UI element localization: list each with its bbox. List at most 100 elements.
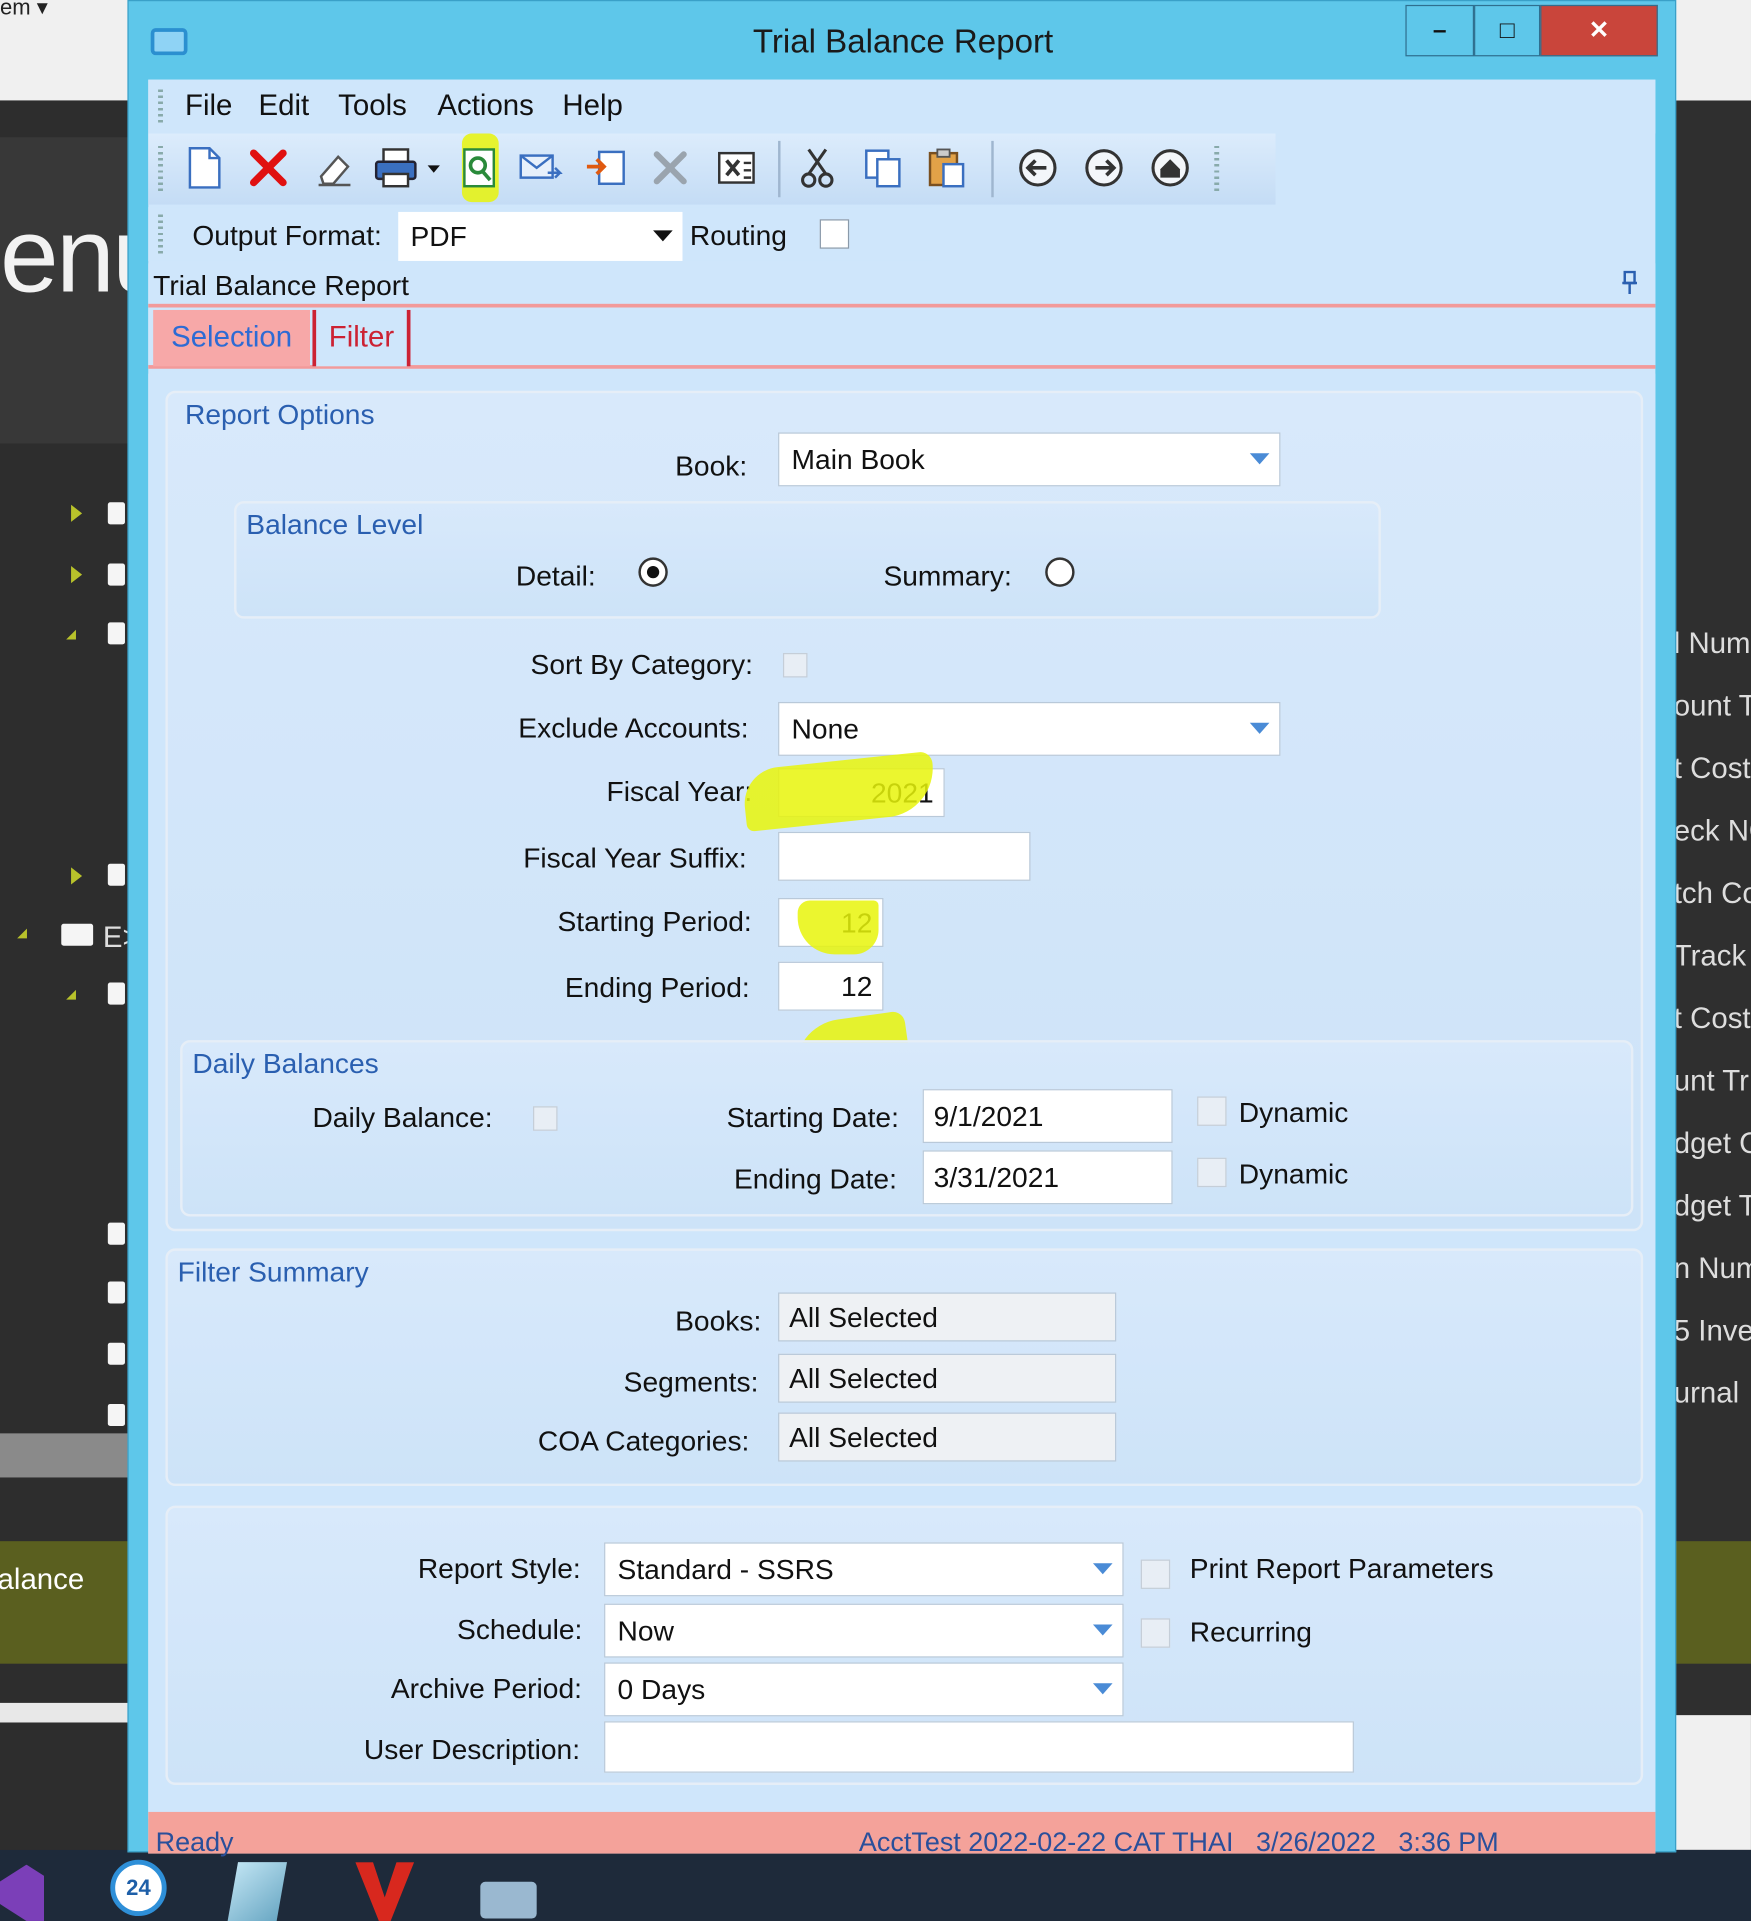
tree-folder-icon: [107, 1403, 125, 1427]
panel-header: Trial Balance Report: [148, 263, 1656, 308]
report-style-label: Report Style:: [417, 1552, 581, 1585]
menu-file[interactable]: File: [185, 89, 232, 123]
tree-expand-icon[interactable]: [71, 504, 83, 522]
menu-help[interactable]: Help: [562, 89, 622, 123]
tree-collapse-icon[interactable]: [66, 989, 76, 1000]
chevron-down-icon: [1249, 453, 1270, 465]
taskbar: 24: [0, 1849, 1751, 1921]
print-dropdown-arrow[interactable]: [427, 165, 440, 173]
books-value: All Selected: [789, 1300, 938, 1333]
background-list-item: ount T: [1673, 689, 1751, 723]
exclude-accounts-label: Exclude Accounts:: [518, 711, 749, 744]
book-label: Book:: [675, 449, 748, 482]
background-list-item: 5 Inver: [1673, 1314, 1751, 1348]
daily-balance-checkbox[interactable]: [533, 1106, 558, 1131]
menu-tools[interactable]: Tools: [338, 89, 407, 123]
delete-icon[interactable]: [244, 143, 293, 192]
network-app-icon[interactable]: [480, 1881, 537, 1919]
schedule-select[interactable]: Now: [604, 1603, 1124, 1658]
filter-summary-group: Filter Summary Books: All Selected Segme…: [165, 1248, 1644, 1487]
menu-actions[interactable]: Actions: [437, 89, 533, 123]
maximize-button[interactable]: □: [1474, 4, 1541, 57]
books-field: All Selected: [778, 1292, 1117, 1342]
output-format-label: Output Format:: [192, 219, 382, 252]
minimize-button[interactable]: –: [1405, 4, 1475, 57]
toolbar-grip-end[interactable]: [1214, 145, 1220, 195]
visual-studio-icon[interactable]: [0, 1864, 45, 1921]
coa-categories-label: COA Categories:: [537, 1424, 750, 1457]
paste-icon[interactable]: [923, 143, 972, 192]
pin-icon[interactable]: [1621, 270, 1638, 296]
window-client-area: File Edit Tools Actions Help Output Form…: [148, 79, 1656, 1857]
report-style-select[interactable]: Standard - SSRS: [604, 1542, 1124, 1597]
tab-selection[interactable]: Selection: [153, 309, 311, 367]
output-format-select[interactable]: PDF: [398, 211, 683, 261]
email-icon[interactable]: [516, 143, 565, 192]
toolbar-grip[interactable]: [158, 145, 163, 195]
back-icon[interactable]: [1013, 143, 1062, 192]
tree-folder-icon: [107, 1281, 125, 1304]
notepad-icon[interactable]: [227, 1862, 288, 1921]
fiscal-year-suffix-input[interactable]: [778, 831, 1031, 881]
print-parameters-label: Print Report Parameters: [1189, 1552, 1494, 1585]
tab-filter[interactable]: Filter: [312, 309, 411, 367]
archive-period-select[interactable]: 0 Days: [604, 1662, 1124, 1717]
exclude-accounts-value: None: [791, 712, 859, 745]
user-description-label: User Description:: [363, 1733, 581, 1766]
book-select[interactable]: Main Book: [778, 432, 1281, 487]
cut-icon[interactable]: [793, 143, 842, 192]
recurring-checkbox[interactable]: [1140, 1618, 1171, 1648]
tree-folder-icon: [107, 1222, 125, 1245]
preview-icon[interactable]: [455, 143, 504, 192]
ending-dynamic-checkbox[interactable]: [1197, 1157, 1227, 1188]
routing-label: Routing: [689, 219, 787, 252]
fiscal-year-suffix-label: Fiscal Year Suffix:: [523, 841, 747, 874]
excel-icon[interactable]: [712, 143, 761, 192]
background-list-item: n Num: [1673, 1252, 1751, 1286]
book-value: Main Book: [791, 442, 925, 475]
sort-by-category-checkbox[interactable]: [782, 652, 808, 678]
starting-date-input[interactable]: 9/1/2021: [922, 1089, 1173, 1144]
fiscal-year-label: Fiscal Year:: [606, 775, 753, 808]
routing-checkbox[interactable]: [819, 219, 850, 249]
trial-balance-window: Trial Balance Report – □ ✕ File Edit Too…: [127, 0, 1677, 1857]
home-icon[interactable]: [1146, 143, 1195, 192]
detail-radio[interactable]: [638, 557, 668, 587]
user-description-input[interactable]: [604, 1721, 1354, 1773]
segments-label: Segments:: [623, 1365, 759, 1398]
copy-icon[interactable]: [859, 143, 908, 192]
summary-radio[interactable]: [1045, 557, 1075, 587]
print-icon[interactable]: [371, 143, 420, 192]
recurring-label: Recurring: [1189, 1615, 1312, 1648]
tree-collapse-icon[interactable]: [17, 928, 27, 939]
forward-icon[interactable]: [1079, 143, 1128, 192]
background-scrollbar: [0, 1433, 130, 1478]
tree-expand-icon[interactable]: [71, 867, 83, 885]
new-document-icon[interactable]: [180, 143, 229, 192]
format-bar-grip[interactable]: [158, 214, 163, 254]
menu-edit[interactable]: Edit: [259, 89, 310, 123]
exclude-accounts-select[interactable]: None: [778, 701, 1281, 756]
background-list-item: t Cost: [1673, 1002, 1751, 1036]
cancel-tool-icon[interactable]: [646, 143, 695, 192]
tree-collapse-icon[interactable]: [66, 629, 76, 640]
starting-dynamic-checkbox[interactable]: [1197, 1096, 1227, 1126]
clock-app-icon[interactable]: 24: [110, 1859, 167, 1917]
print-parameters-checkbox[interactable]: [1140, 1559, 1171, 1589]
close-button[interactable]: ✕: [1540, 4, 1658, 57]
ending-dynamic-label: Dynamic: [1238, 1157, 1349, 1190]
background-list-item: t Cost: [1673, 752, 1751, 786]
export-icon[interactable]: [582, 143, 631, 192]
starting-date-value: 9/1/2021: [933, 1099, 1044, 1132]
tree-folder-icon: [107, 982, 125, 1005]
segments-field: All Selected: [778, 1353, 1117, 1403]
tree-expand-icon[interactable]: [71, 565, 83, 584]
menu-grip[interactable]: [158, 89, 163, 124]
background-right-band: [1673, 1541, 1751, 1664]
background-right-header: [1673, 0, 1751, 101]
vplus-app-icon[interactable]: [355, 1862, 415, 1921]
eraser-icon[interactable]: [310, 143, 359, 192]
background-list-item: l Num: [1673, 627, 1751, 661]
ending-period-input[interactable]: 12: [778, 961, 884, 1011]
ending-date-input[interactable]: 3/31/2021: [922, 1150, 1173, 1205]
